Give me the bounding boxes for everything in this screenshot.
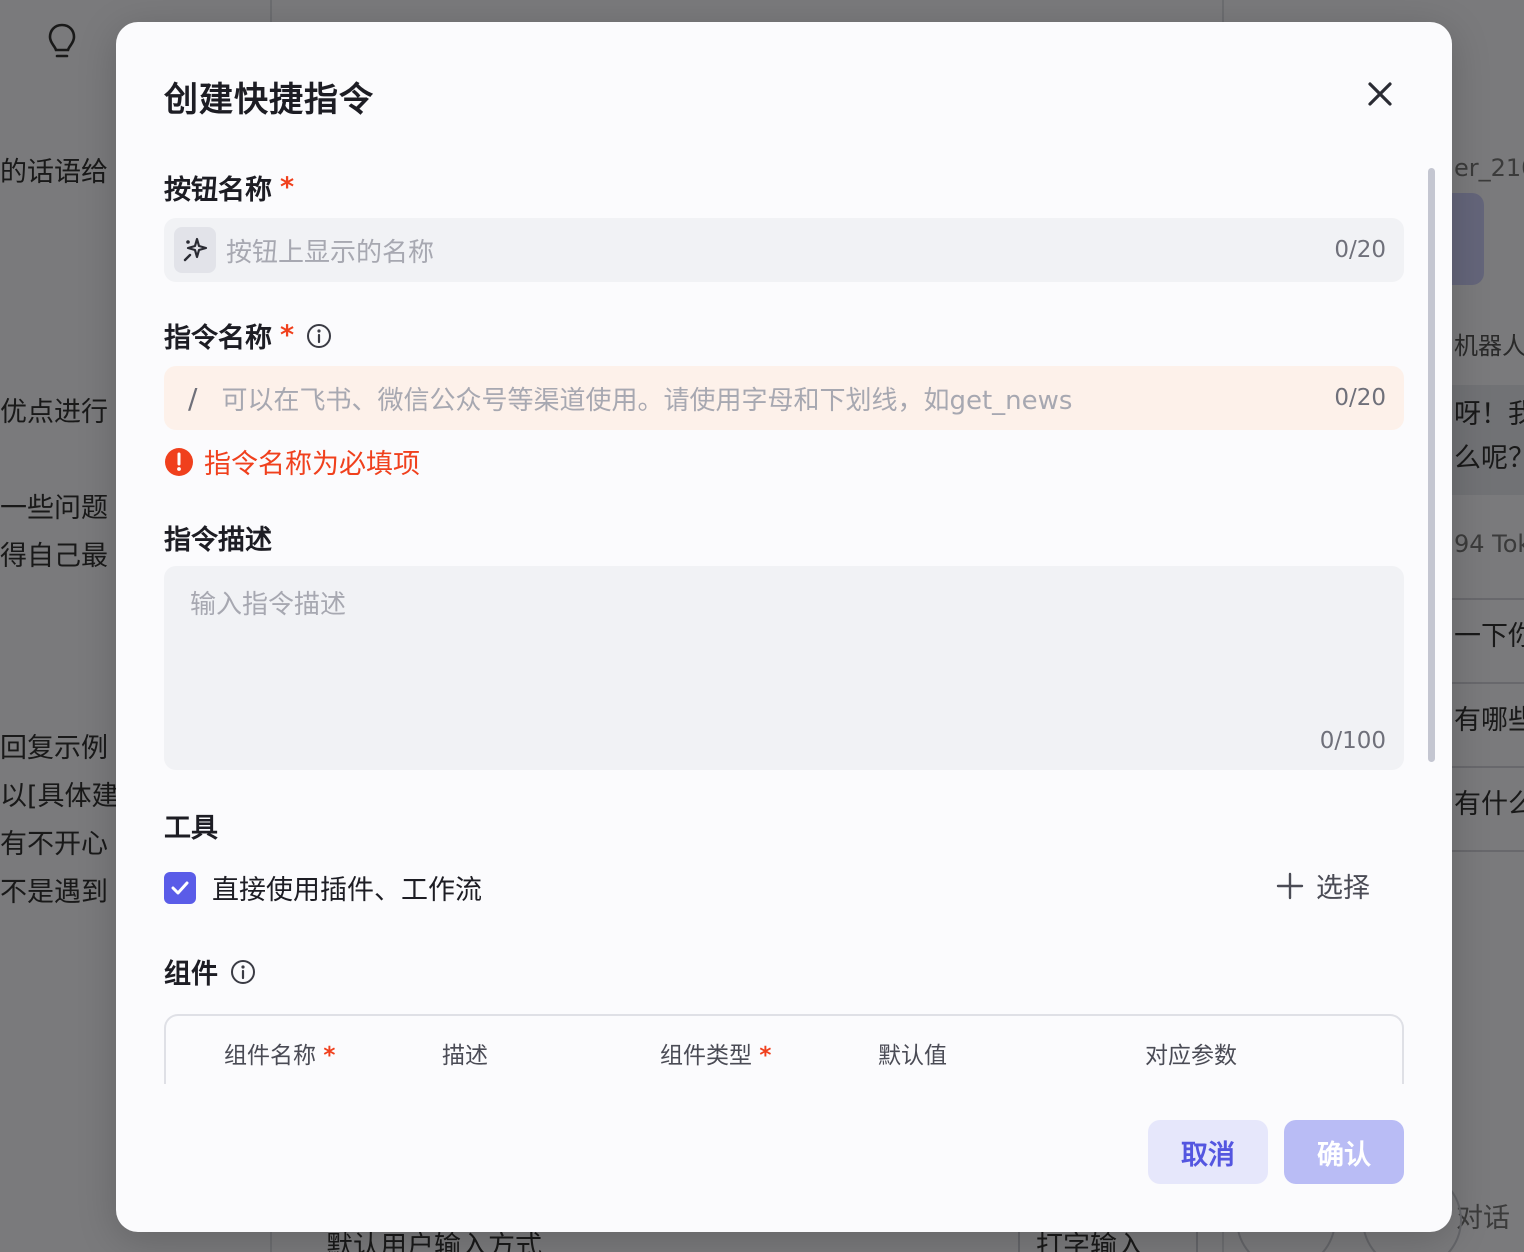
column-title: 组件名称 xyxy=(224,1043,316,1069)
column-header: 组件名称 * xyxy=(224,1036,335,1070)
error-text: 指令名称为必填项 xyxy=(204,449,420,480)
command-name-input[interactable]: / 可以在飞书、微信公众号等渠道使用。请使用字母和下划线，如get_news 0… xyxy=(164,366,1404,430)
command-name-label: 指令名称 * xyxy=(164,316,332,355)
required-mark: * xyxy=(759,1043,772,1069)
sparkle-icon xyxy=(183,237,208,262)
scrollbar[interactable] xyxy=(1428,168,1435,762)
char-counter: 0/20 xyxy=(1334,385,1386,411)
components-table: 组件名称 * 描述 组件类型 * 默认值 对应参数 xyxy=(164,1014,1404,1084)
label-text: 组件 xyxy=(164,959,218,990)
label-text: 工具 xyxy=(164,813,218,844)
components-label: 组件 xyxy=(164,952,256,991)
direct-use-checkbox-row[interactable]: 直接使用插件、工作流 xyxy=(164,868,482,907)
close-icon xyxy=(1368,82,1392,106)
info-icon[interactable] xyxy=(230,959,256,985)
column-header: 对应参数 xyxy=(1145,1043,1237,1069)
checkbox-label: 直接使用插件、工作流 xyxy=(212,875,482,906)
required-mark: * xyxy=(280,172,295,203)
plus-icon xyxy=(1276,872,1304,899)
required-mark: * xyxy=(323,1043,336,1069)
direct-use-checkbox[interactable] xyxy=(164,871,196,904)
cancel-button[interactable]: 取消 xyxy=(1148,1120,1268,1184)
command-desc-label: 指令描述 xyxy=(164,518,272,557)
confirm-button[interactable]: 确认 xyxy=(1284,1120,1404,1184)
command-prefix: / xyxy=(188,381,198,415)
check-icon xyxy=(171,881,189,894)
textarea-placeholder: 输入指令描述 xyxy=(190,590,347,620)
dialog-title: 创建快捷指令 xyxy=(164,80,374,120)
command-desc-textarea[interactable]: 输入指令描述 0/100 xyxy=(164,566,1404,770)
command-name-error: 指令名称为必填项 xyxy=(164,442,420,481)
label-text: 按钮名称 xyxy=(164,175,272,206)
required-mark: * xyxy=(280,320,295,351)
button-name-label: 按钮名称 * xyxy=(164,168,294,207)
icon-picker[interactable] xyxy=(174,227,216,273)
tools-label: 工具 xyxy=(164,806,218,845)
input-placeholder: 按钮上显示的名称 xyxy=(226,237,435,268)
column-title: 组件类型 xyxy=(660,1043,752,1069)
button-name-input[interactable]: 按钮上显示的名称 0/20 xyxy=(164,218,1404,282)
table-header: 组件名称 * 描述 组件类型 * 默认值 对应参数 xyxy=(190,1016,1380,1084)
column-header: 默认值 xyxy=(878,1043,947,1069)
char-counter: 0/20 xyxy=(1334,237,1386,263)
close-button[interactable] xyxy=(1362,76,1398,112)
create-shortcut-dialog: 创建快捷指令 按钮名称 * 按钮上显示的名称 0/20 指令名称 * / 可以在… xyxy=(116,22,1452,1232)
label-text: 指令描述 xyxy=(164,525,272,556)
column-header: 组件类型 * xyxy=(660,1036,771,1070)
input-placeholder: 可以在飞书、微信公众号等渠道使用。请使用字母和下划线，如get_news xyxy=(221,385,1073,416)
char-counter: 0/100 xyxy=(1319,728,1386,754)
select-tools-button[interactable]: 选择 xyxy=(1276,866,1370,905)
error-icon xyxy=(165,447,193,476)
label-text: 指令名称 xyxy=(164,323,272,354)
column-header: 描述 xyxy=(442,1043,488,1069)
info-icon[interactable] xyxy=(306,323,332,349)
select-label: 选择 xyxy=(1316,873,1370,904)
